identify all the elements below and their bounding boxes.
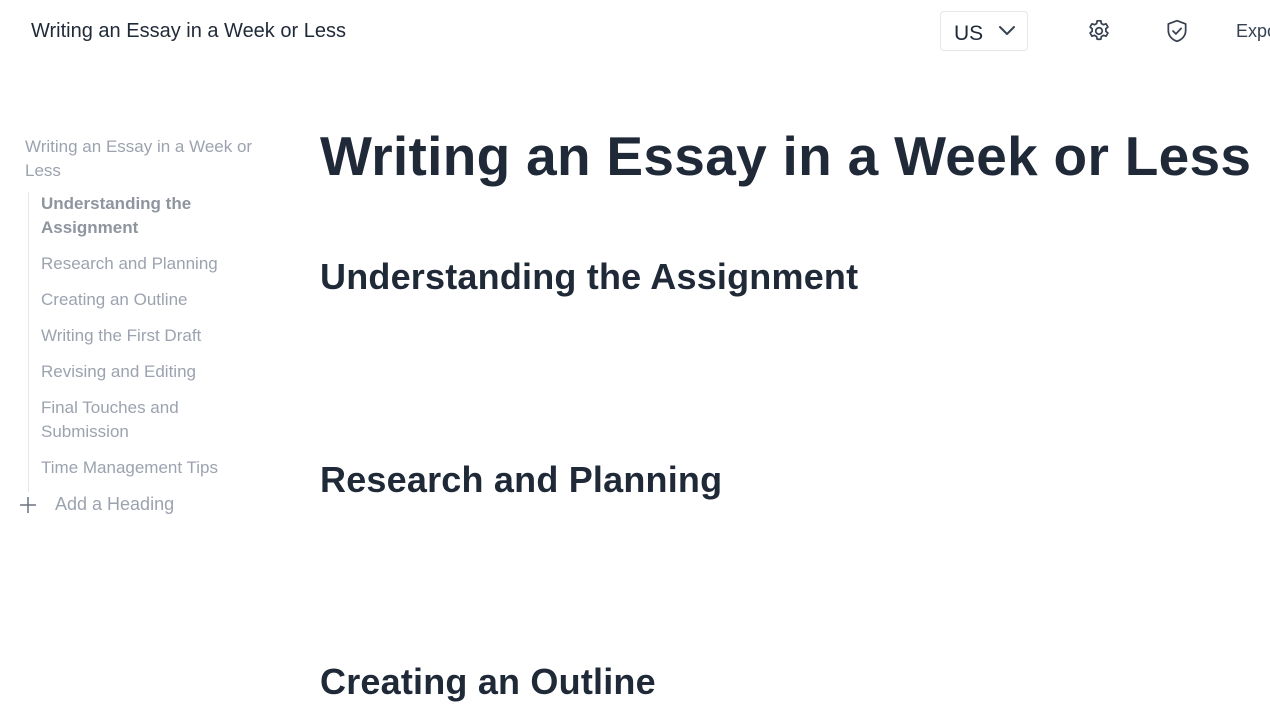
toc-item-time-management-tips[interactable]: Time Management Tips	[29, 456, 251, 480]
add-heading-button[interactable]: Add a Heading	[18, 494, 174, 515]
toc-item-final-touches-and-submission[interactable]: Final Touches and Submission	[29, 396, 251, 444]
toc-root-item[interactable]: Writing an Essay in a Week or Less	[25, 135, 275, 183]
section-heading-creating-an-outline[interactable]: Creating an Outline	[320, 661, 656, 703]
toc-item-creating-an-outline[interactable]: Creating an Outline	[29, 288, 251, 312]
toc-item-research-and-planning[interactable]: Research and Planning	[29, 252, 251, 276]
section-heading-research-and-planning[interactable]: Research and Planning	[320, 459, 722, 501]
toc-item-understanding-the-assignment[interactable]: Understanding the Assignment	[29, 192, 251, 240]
section-heading-understanding-the-assignment[interactable]: Understanding the Assignment	[320, 256, 858, 298]
toc-list: Understanding the Assignment Research an…	[28, 192, 269, 492]
plus-icon	[20, 496, 36, 513]
toc-item-writing-the-first-draft[interactable]: Writing the First Draft	[29, 324, 251, 348]
page-title[interactable]: Writing an Essay in a Week or Less	[320, 124, 1251, 188]
document-title: Writing an Essay in a Week or Less	[31, 20, 346, 42]
toc-item-revising-and-editing[interactable]: Revising and Editing	[29, 360, 251, 384]
add-heading-label: Add a Heading	[55, 494, 175, 514]
document-body: Writing an Essay in a Week or Less Under…	[320, 0, 1270, 725]
